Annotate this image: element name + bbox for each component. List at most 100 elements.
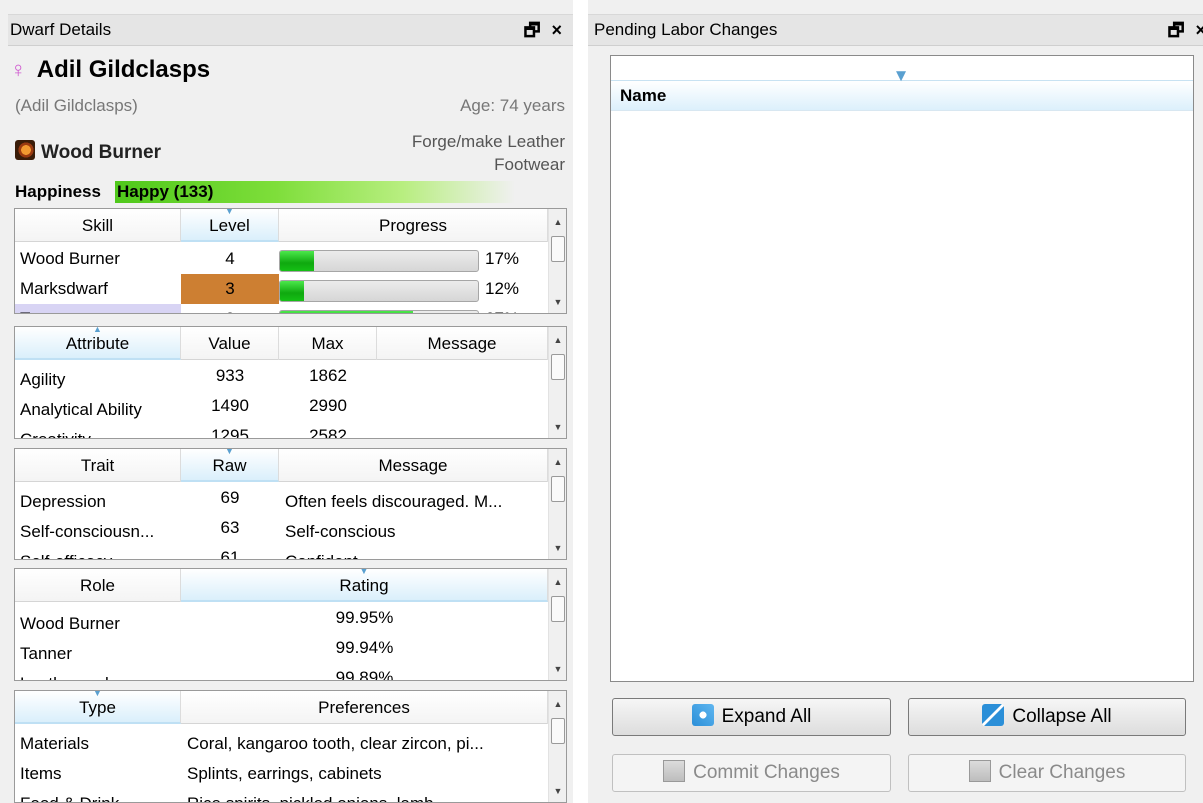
commit-changes-button[interactable]: Commit Changes bbox=[612, 754, 891, 792]
table-row[interactable]: Tanner 2 67% bbox=[15, 304, 548, 313]
scroll-up-icon[interactable]: ▲ bbox=[549, 577, 566, 587]
vertical-scrollbar[interactable]: ▲ ▼ bbox=[548, 449, 566, 559]
sort-down-icon: ▼ bbox=[359, 568, 369, 576]
clear-changes-label: Clear Changes bbox=[998, 762, 1126, 783]
scroll-up-icon[interactable]: ▲ bbox=[549, 699, 566, 709]
role-rating: 99.95% bbox=[335, 608, 394, 627]
attribute-value: 1490 bbox=[211, 396, 249, 415]
attribute-name: Analytical Ability bbox=[20, 400, 142, 419]
panel-separator bbox=[573, 0, 588, 803]
col-max[interactable]: Max bbox=[279, 327, 377, 360]
vertical-scrollbar[interactable]: ▲ ▼ bbox=[548, 569, 566, 680]
commit-icon bbox=[663, 759, 686, 782]
col-raw-label: Raw bbox=[212, 456, 247, 475]
col-message[interactable]: Message bbox=[279, 449, 548, 482]
col-level-label: Level bbox=[209, 216, 250, 235]
preference-value: Rice spirits, pickled onions, lamb bbox=[187, 789, 537, 802]
roles-header: Role ▼ Rating bbox=[15, 569, 548, 602]
traits-table[interactable]: Trait ▼ Raw Message Depression 69 Often f… bbox=[14, 448, 567, 560]
skill-progress-bar bbox=[279, 250, 479, 272]
scroll-thumb[interactable] bbox=[551, 476, 565, 502]
col-role[interactable]: Role bbox=[15, 569, 181, 602]
collapse-all-label: Collapse All bbox=[1012, 706, 1112, 727]
scroll-up-icon[interactable]: ▲ bbox=[549, 217, 566, 227]
table-row[interactable]: Materials Coral, kangaroo tooth, clear z… bbox=[15, 729, 548, 759]
pending-labor-titlebar[interactable]: Pending Labor Changes 🗗 × bbox=[588, 14, 1203, 46]
preference-type: Food & Drink bbox=[20, 789, 180, 802]
skill-progress-bar bbox=[279, 310, 479, 313]
table-row[interactable]: Self-consciousn... 63 Self-conscious bbox=[15, 517, 548, 547]
col-trait[interactable]: Trait bbox=[15, 449, 181, 482]
skill-level: 4 bbox=[225, 249, 235, 268]
window-buttons[interactable]: 🗗 × bbox=[1168, 18, 1203, 48]
scroll-down-icon[interactable]: ▼ bbox=[549, 664, 566, 674]
col-progress[interactable]: Progress bbox=[279, 209, 548, 242]
scroll-down-icon[interactable]: ▼ bbox=[549, 297, 566, 307]
collapse-icon bbox=[982, 703, 1005, 726]
table-row[interactable]: Creativity 1295 2582 bbox=[15, 425, 548, 438]
preferences-table[interactable]: ▼ Type Preferences Materials Coral, kanga… bbox=[14, 690, 567, 803]
skills-table[interactable]: Skill ▼ Level Progress Wood Burner 4 17% … bbox=[14, 208, 567, 314]
vertical-scrollbar[interactable]: ▲ ▼ bbox=[548, 691, 566, 802]
scroll-down-icon[interactable]: ▼ bbox=[549, 786, 566, 796]
dwarf-details-titlebar[interactable]: Dwarf Details 🗗 × bbox=[8, 14, 573, 46]
progress-fill bbox=[280, 311, 413, 313]
table-row[interactable]: Leatherworker 99.89% bbox=[15, 668, 548, 680]
pending-changes-tree[interactable]: ▼ Name bbox=[610, 55, 1194, 682]
scroll-thumb[interactable] bbox=[551, 236, 565, 262]
happiness-bar: Happy (133) bbox=[115, 181, 515, 203]
panel-title: Pending Labor Changes bbox=[594, 20, 778, 39]
attributes-table[interactable]: ▲ Attribute Value Max Message Agility 933… bbox=[14, 326, 567, 439]
col-message[interactable]: Message bbox=[377, 327, 548, 360]
commit-changes-label: Commit Changes bbox=[693, 762, 840, 783]
scroll-up-icon[interactable]: ▲ bbox=[549, 457, 566, 467]
skill-progress-text: 12% bbox=[485, 279, 520, 298]
col-value[interactable]: Value bbox=[181, 327, 279, 360]
roles-table[interactable]: Role ▼ Rating Wood Burner 99.95% Tanner 9… bbox=[14, 568, 567, 681]
vertical-scrollbar[interactable]: ▲ ▼ bbox=[548, 209, 566, 313]
table-row[interactable]: Wood Burner 4 17% bbox=[15, 244, 548, 274]
attribute-name: Agility bbox=[20, 370, 66, 389]
attribute-max: 1862 bbox=[309, 366, 347, 385]
trait-raw: 61 bbox=[220, 548, 240, 560]
role-name: Leatherworker bbox=[20, 669, 180, 680]
window-buttons[interactable]: 🗗 × bbox=[524, 18, 565, 48]
dwarf-age: Age: 74 years bbox=[460, 96, 565, 115]
table-row[interactable]: Depression 69 Often feels discouraged. M… bbox=[15, 487, 548, 517]
clear-changes-button[interactable]: Clear Changes bbox=[908, 754, 1186, 792]
preference-type: Materials bbox=[20, 734, 89, 753]
col-raw[interactable]: ▼ Raw bbox=[181, 449, 279, 482]
col-name[interactable]: ▼ Name bbox=[611, 67, 1193, 111]
scroll-thumb[interactable] bbox=[551, 354, 565, 380]
role-rating: 99.89% bbox=[335, 668, 394, 681]
expand-all-button[interactable]: Expand All bbox=[612, 698, 891, 736]
dwarf-name: Adil Gildclasps bbox=[36, 56, 211, 83]
collapse-all-button[interactable]: Collapse All bbox=[908, 698, 1186, 736]
col-attribute[interactable]: ▲ Attribute bbox=[15, 327, 181, 360]
col-skill[interactable]: Skill bbox=[15, 209, 181, 242]
table-row[interactable]: Marksdwarf 3 12% bbox=[15, 274, 548, 304]
table-row[interactable]: Self-efficacy 61 Confident bbox=[15, 547, 548, 559]
table-row[interactable]: Food & Drink Rice spirits, pickled onion… bbox=[15, 789, 548, 802]
col-preferences[interactable]: Preferences bbox=[181, 691, 548, 724]
scroll-up-icon[interactable]: ▲ bbox=[549, 335, 566, 345]
col-level[interactable]: ▼ Level bbox=[181, 209, 279, 242]
sort-up-icon: ▲ bbox=[93, 326, 102, 334]
preference-type: Items bbox=[20, 764, 62, 783]
skill-progress-bar bbox=[279, 280, 479, 302]
role-name: Wood Burner bbox=[20, 614, 120, 633]
scroll-thumb[interactable] bbox=[551, 718, 565, 744]
current-job: Forge/make Leather Footwear bbox=[411, 132, 565, 174]
vertical-scrollbar[interactable]: ▲ ▼ bbox=[548, 327, 566, 438]
trait-raw: 69 bbox=[220, 488, 240, 507]
col-type[interactable]: ▼ Type bbox=[15, 691, 181, 724]
col-rating[interactable]: ▼ Rating bbox=[181, 569, 548, 602]
trait-name: Self-consciousn... bbox=[20, 522, 155, 541]
scroll-down-icon[interactable]: ▼ bbox=[549, 422, 566, 432]
progress-fill bbox=[280, 251, 314, 271]
scroll-thumb[interactable] bbox=[551, 596, 565, 622]
trait-message: Confident bbox=[285, 547, 535, 559]
scroll-down-icon[interactable]: ▼ bbox=[549, 543, 566, 553]
table-row[interactable]: Items Splints, earrings, cabinets bbox=[15, 759, 548, 789]
traits-header: Trait ▼ Raw Message bbox=[15, 449, 548, 482]
